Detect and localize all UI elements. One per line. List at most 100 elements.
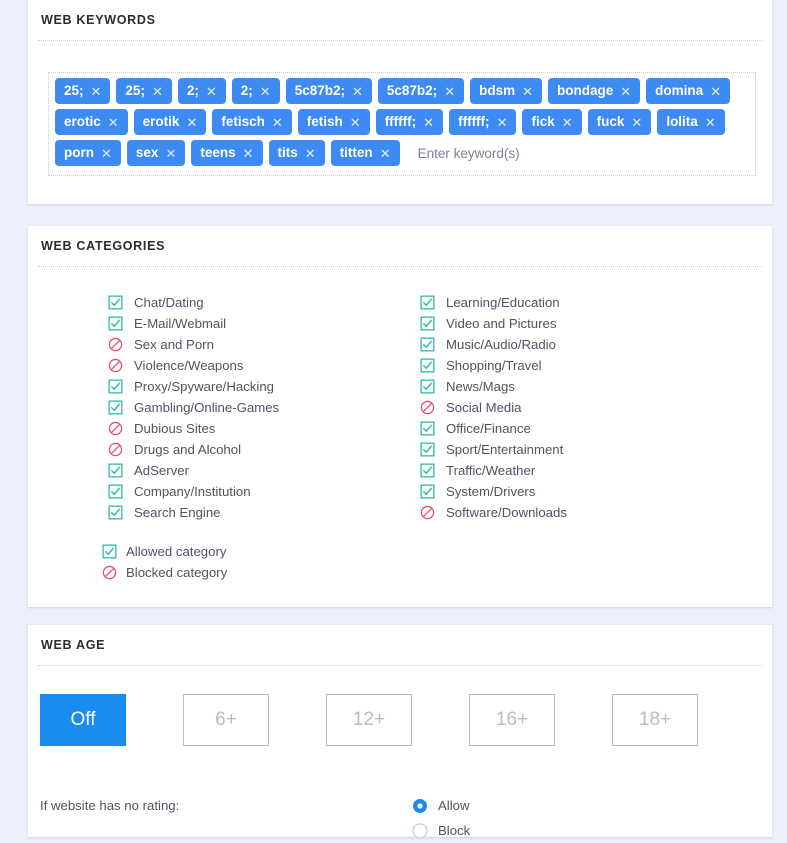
- category-item[interactable]: Proxy/Spyware/Hacking: [108, 376, 410, 397]
- keyword-input-placeholder[interactable]: Enter keyword(s): [418, 140, 520, 166]
- category-item[interactable]: Traffic/Weather: [420, 460, 772, 481]
- keyword-tag[interactable]: 2;✕: [232, 78, 280, 104]
- keyword-remove-icon[interactable]: ✕: [380, 147, 391, 160]
- keyword-remove-icon[interactable]: ✕: [710, 85, 721, 98]
- keyword-remove-icon[interactable]: ✕: [91, 85, 102, 98]
- category-item[interactable]: AdServer: [108, 460, 410, 481]
- category-item[interactable]: Office/Finance: [420, 418, 772, 439]
- category-item[interactable]: Violence/Weapons: [108, 355, 410, 376]
- category-item[interactable]: Gambling/Online-Games: [108, 397, 410, 418]
- keyword-remove-icon[interactable]: ✕: [522, 85, 533, 98]
- blocked-no-entry-icon[interactable]: [108, 358, 125, 373]
- keyword-remove-icon[interactable]: ✕: [260, 85, 271, 98]
- radio-option-allow[interactable]: Allow: [412, 793, 470, 818]
- keyword-remove-icon[interactable]: ✕: [206, 85, 217, 98]
- category-item[interactable]: Company/Institution: [108, 481, 410, 502]
- age-button-12plus[interactable]: 12+: [326, 694, 412, 746]
- category-item[interactable]: News/Mags: [420, 376, 772, 397]
- keyword-tag[interactable]: bondage✕: [548, 78, 640, 104]
- keyword-remove-icon[interactable]: ✕: [165, 147, 176, 160]
- allowed-checkbox-icon[interactable]: [420, 484, 437, 499]
- allowed-checkbox-icon[interactable]: [420, 463, 437, 478]
- keyword-tag[interactable]: lolita✕: [657, 109, 724, 135]
- allowed-checkbox-icon[interactable]: [420, 316, 437, 331]
- allowed-checkbox-icon[interactable]: [420, 379, 437, 394]
- keyword-remove-icon[interactable]: ✕: [705, 116, 716, 129]
- keyword-tag[interactable]: fetisch✕: [212, 109, 291, 135]
- age-button-16plus[interactable]: 16+: [469, 694, 555, 746]
- allowed-checkbox-icon[interactable]: [108, 400, 125, 415]
- keyword-remove-icon[interactable]: ✕: [108, 116, 119, 129]
- keyword-tag[interactable]: erotic✕: [55, 109, 128, 135]
- category-item[interactable]: Drugs and Alcohol: [108, 439, 410, 460]
- allowed-checkbox-icon[interactable]: [420, 442, 437, 457]
- allowed-checkbox-icon[interactable]: [420, 337, 437, 352]
- keyword-tag[interactable]: teens✕: [191, 140, 262, 166]
- category-item[interactable]: Video and Pictures: [420, 313, 772, 334]
- keyword-tag[interactable]: 25;✕: [116, 78, 171, 104]
- blocked-no-entry-icon[interactable]: [108, 442, 125, 457]
- category-item[interactable]: Social Media: [420, 397, 772, 418]
- keyword-remove-icon[interactable]: ✕: [152, 85, 163, 98]
- keyword-tag[interactable]: domina✕: [646, 78, 730, 104]
- keyword-tag[interactable]: ffffff;✕: [376, 109, 443, 135]
- keyword-remove-icon[interactable]: ✕: [352, 85, 363, 98]
- keyword-remove-icon[interactable]: ✕: [631, 116, 642, 129]
- keyword-tag[interactable]: ffffff;✕: [449, 109, 516, 135]
- keyword-input-box[interactable]: 25;✕25;✕2;✕2;✕5c87b2;✕5c87b2;✕bdsm✕bonda…: [48, 72, 756, 176]
- allowed-checkbox-icon[interactable]: [108, 379, 125, 394]
- category-item[interactable]: Search Engine: [108, 502, 410, 523]
- category-item[interactable]: System/Drivers: [420, 481, 772, 502]
- keyword-remove-icon[interactable]: ✕: [562, 116, 573, 129]
- keyword-remove-icon[interactable]: ✕: [620, 85, 631, 98]
- keyword-tag[interactable]: bdsm✕: [470, 78, 542, 104]
- category-item[interactable]: Shopping/Travel: [420, 355, 772, 376]
- keyword-remove-icon[interactable]: ✕: [243, 147, 254, 160]
- allowed-checkbox-icon[interactable]: [108, 463, 125, 478]
- radio-selected-icon[interactable]: [412, 798, 428, 814]
- keyword-remove-icon[interactable]: ✕: [350, 116, 361, 129]
- blocked-no-entry-icon[interactable]: [108, 337, 125, 352]
- keyword-tag[interactable]: tits✕: [269, 140, 325, 166]
- radio-option-block[interactable]: Block: [412, 818, 470, 843]
- age-button-off[interactable]: Off: [40, 694, 126, 746]
- category-item[interactable]: Chat/Dating: [108, 292, 410, 313]
- keyword-tag[interactable]: fuck✕: [588, 109, 652, 135]
- allowed-checkbox-icon[interactable]: [420, 421, 437, 436]
- keyword-remove-icon[interactable]: ✕: [101, 147, 112, 160]
- category-item[interactable]: Learning/Education: [420, 292, 772, 313]
- keyword-remove-icon[interactable]: ✕: [272, 116, 283, 129]
- keyword-tag[interactable]: 25;✕: [55, 78, 110, 104]
- category-item[interactable]: Software/Downloads: [420, 502, 772, 523]
- keyword-remove-icon[interactable]: ✕: [444, 85, 455, 98]
- keyword-remove-icon[interactable]: ✕: [186, 116, 197, 129]
- category-item[interactable]: Sex and Porn: [108, 334, 410, 355]
- allowed-checkbox-icon[interactable]: [420, 358, 437, 373]
- keyword-tag[interactable]: 5c87b2;✕: [286, 78, 372, 104]
- blocked-no-entry-icon[interactable]: [420, 400, 437, 415]
- keyword-tag[interactable]: 5c87b2;✕: [378, 78, 464, 104]
- age-button-6plus[interactable]: 6+: [183, 694, 269, 746]
- allowed-checkbox-icon[interactable]: [108, 505, 125, 520]
- keyword-tag[interactable]: porn✕: [55, 140, 121, 166]
- allowed-checkbox-icon[interactable]: [108, 316, 125, 331]
- category-item[interactable]: Sport/Entertainment: [420, 439, 772, 460]
- keyword-remove-icon[interactable]: ✕: [497, 116, 508, 129]
- keyword-tag[interactable]: fick✕: [522, 109, 581, 135]
- allowed-checkbox-icon[interactable]: [420, 295, 437, 310]
- category-item[interactable]: Music/Audio/Radio: [420, 334, 772, 355]
- keyword-tag[interactable]: erotik✕: [134, 109, 207, 135]
- keyword-remove-icon[interactable]: ✕: [423, 116, 434, 129]
- keyword-tag[interactable]: sex✕: [127, 140, 185, 166]
- keyword-tag[interactable]: 2;✕: [178, 78, 226, 104]
- keyword-tag[interactable]: titten✕: [331, 140, 400, 166]
- keyword-remove-icon[interactable]: ✕: [305, 147, 316, 160]
- blocked-no-entry-icon[interactable]: [108, 421, 125, 436]
- radio-unselected-icon[interactable]: [412, 823, 428, 839]
- keyword-tag[interactable]: fetish✕: [298, 109, 370, 135]
- allowed-checkbox-icon[interactable]: [108, 484, 125, 499]
- category-item[interactable]: Dubious Sites: [108, 418, 410, 439]
- category-item[interactable]: E-Mail/Webmail: [108, 313, 410, 334]
- blocked-no-entry-icon[interactable]: [420, 505, 437, 520]
- allowed-checkbox-icon[interactable]: [108, 295, 125, 310]
